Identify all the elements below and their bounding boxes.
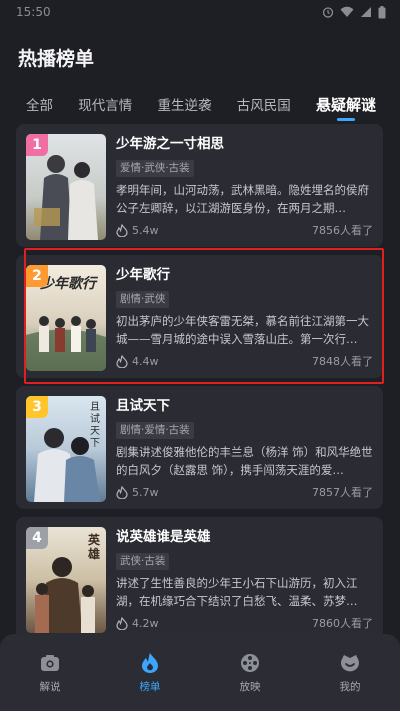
nav-item-ranking[interactable]: 榜单: [110, 652, 190, 694]
item-description: 讲述了生性善良的少年王小石下山游历，初入江湖，在机缘巧合下结识了白愁飞、温柔、苏…: [116, 576, 358, 608]
heat-count: 5.7w: [116, 485, 159, 499]
nav-label: 我的: [339, 681, 361, 693]
item-title: 少年游之一寸相思: [116, 136, 224, 152]
rank-badge: 2: [26, 265, 48, 287]
genre-tag: 爱情·武侠·古装: [116, 160, 194, 177]
tab-mystery[interactable]: 悬疑解谜: [316, 94, 376, 121]
wifi-icon: [340, 6, 354, 17]
genre-tag: 剧情·武侠: [116, 291, 170, 308]
heat-value: 4.2w: [132, 616, 159, 630]
viewer-count: 7860人看了: [312, 617, 373, 630]
item-description: 初出茅庐的少年侠客雷无桀，慕名前往江湖第一大城——雪月城的途中误入雪落山庄。第一…: [116, 314, 369, 346]
status-time: 15:50: [16, 5, 51, 19]
list-item[interactable]: 且试天下 3 且试天下 剧情·爱情·古装 剧集讲述俊雅他伦的丰兰息（杨洋 饰）和…: [16, 386, 383, 509]
battery-icon: [378, 5, 386, 18]
nav-item-profile[interactable]: 我的: [310, 652, 390, 694]
item-description: 孝明年间，山河动荡，武林黑暗。隐姓埋名的侯府公子左卿辞，以江湖游医身份，在两月之…: [116, 183, 369, 215]
status-bar: 15:50: [0, 0, 400, 24]
genre-tag: 剧情·爱情·古装: [116, 422, 194, 439]
flame-outline-icon: [116, 616, 128, 630]
tab-all[interactable]: 全部: [26, 94, 53, 114]
poster-image: 少年歌行 2: [26, 265, 106, 371]
poster-image: 且试天下 3: [26, 396, 106, 502]
list-item[interactable]: 少年歌行 2 少年歌行 剧情·武侠 初出茅庐的少年侠客雷无桀，慕名前往江湖第一大…: [16, 248, 384, 384]
status-icons: [322, 5, 386, 19]
ranking-list: 1 少年游之一寸相思 爱情·武侠·古装 孝明年间，山河动荡，武林黑暗。隐姓埋名的…: [16, 124, 384, 648]
signal-icon: [361, 7, 371, 17]
smile-icon: [341, 655, 359, 672]
poster-title-text: 且试天下: [90, 402, 100, 449]
alarm-icon: [322, 7, 334, 18]
heat-count: 5.4w: [116, 223, 159, 237]
flame-outline-icon: [116, 223, 128, 237]
nav-item-commentary[interactable]: 解说: [10, 652, 90, 694]
category-tabs: 全部 现代言情 重生逆袭 古风民国 悬疑解谜: [26, 92, 376, 121]
nav-item-screening[interactable]: 放映: [210, 652, 290, 694]
camera-icon: [41, 655, 59, 671]
tab-rebirth-comeback[interactable]: 重生逆袭: [157, 94, 211, 114]
flame-icon: [142, 653, 158, 673]
item-description: 剧集讲述俊雅他伦的丰兰息（杨洋 饰）和风华绝世的白风夕（赵露思 饰），携手闯荡天…: [116, 445, 373, 477]
viewer-count: 7856人看了: [312, 224, 373, 237]
tab-modern-romance[interactable]: 现代言情: [78, 94, 132, 114]
viewer-count: 7857人看了: [312, 486, 373, 499]
flame-outline-icon: [116, 485, 128, 499]
rank-badge: 1: [26, 134, 48, 156]
nav-label: 放映: [239, 681, 261, 693]
nav-label: 榜单: [139, 681, 161, 693]
poster-image: 英雄 4: [26, 527, 106, 633]
nav-label: 解说: [39, 681, 61, 693]
poster-image: 1: [26, 134, 106, 240]
item-title: 少年歌行: [116, 267, 170, 283]
viewer-count: 7848人看了: [312, 355, 373, 368]
page-title: 热播榜单: [18, 48, 95, 70]
poster-title-text: 英雄: [88, 533, 101, 561]
heat-value: 5.4w: [132, 223, 159, 237]
list-item[interactable]: 英雄 4 说英雄谁是英雄 武侠·古装 讲述了生性善良的少年王小石下山游历，初入江…: [16, 517, 383, 640]
heat-count: 4.4w: [116, 354, 159, 368]
genre-tag: 武侠·古装: [116, 553, 170, 570]
list-item[interactable]: 1 少年游之一寸相思 爱情·武侠·古装 孝明年间，山河动荡，武林黑暗。隐姓埋名的…: [16, 124, 383, 247]
item-title: 且试天下: [116, 398, 170, 414]
flame-outline-icon: [116, 354, 128, 368]
heat-value: 5.7w: [132, 485, 159, 499]
poster-title-text: 少年歌行: [40, 276, 96, 292]
heat-count: 4.2w: [116, 616, 159, 630]
bottom-nav: 解说 榜单 放映 我的: [0, 634, 400, 711]
rank-badge: 3: [26, 396, 48, 418]
film-reel-icon: [241, 654, 259, 672]
heat-value: 4.4w: [132, 354, 159, 368]
tab-ancient-republic[interactable]: 古风民国: [237, 94, 291, 114]
rank-badge: 4: [26, 527, 48, 549]
item-title: 说英雄谁是英雄: [116, 529, 211, 545]
